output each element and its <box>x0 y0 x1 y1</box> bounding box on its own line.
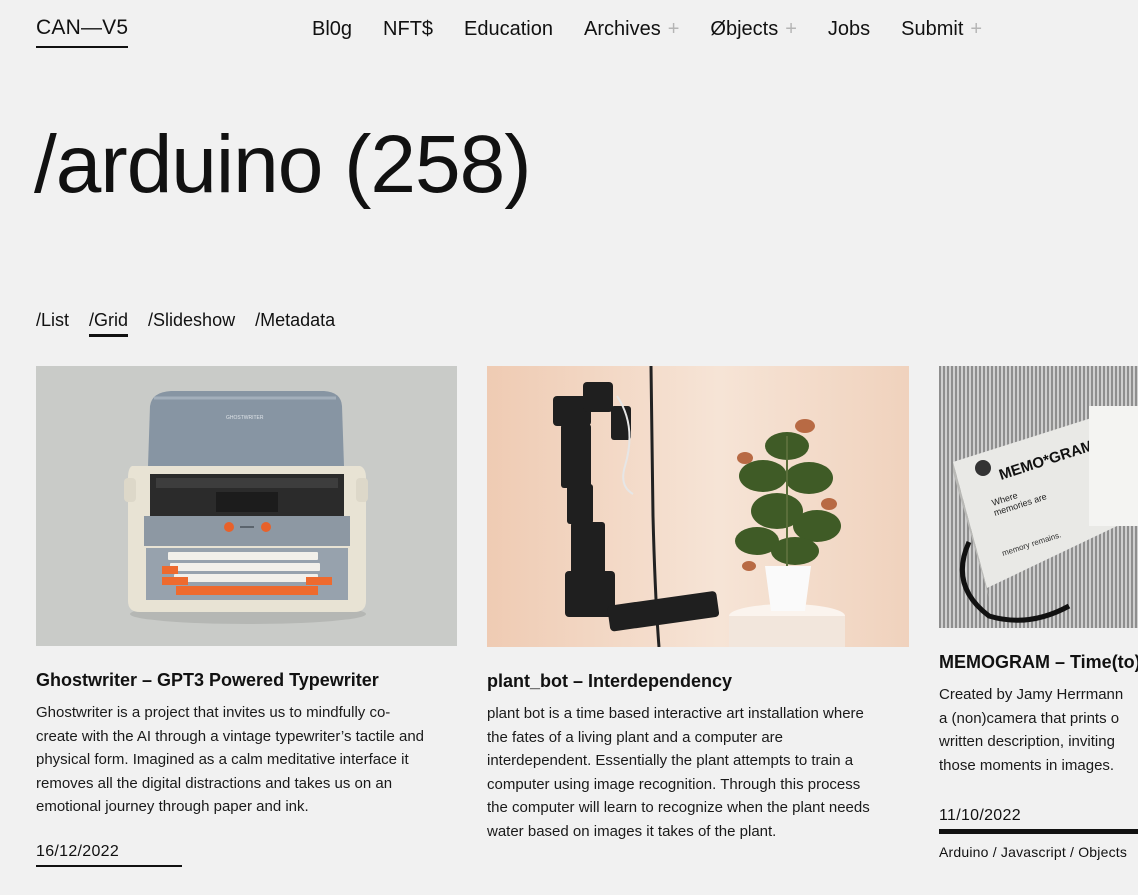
post-description: Created by Jamy Herrmann a (non)camera t… <box>939 683 1138 777</box>
nav-label: Education <box>464 18 553 40</box>
post-card: plant_bot – Interdependency plant bot is… <box>487 366 909 843</box>
plus-icon[interactable]: + <box>785 18 797 41</box>
description-line: written description, inviting <box>939 733 1115 750</box>
plus-icon[interactable]: + <box>668 18 680 41</box>
description-line: those moments in images. <box>939 756 1115 774</box>
nav-item-blog[interactable]: Bl0g <box>312 18 352 41</box>
nav-label: Archives <box>584 18 661 40</box>
view-switcher: /List /Grid /Slideshow /Metadata <box>36 310 355 337</box>
nav-item-nft[interactable]: NFT$ <box>383 18 433 41</box>
view-tab-slideshow[interactable]: /Slideshow <box>148 310 235 337</box>
post-tags[interactable]: Arduino / Javascript / Objects <box>939 844 1138 860</box>
view-tab-metadata[interactable]: /Metadata <box>255 310 335 337</box>
nav-label: Jobs <box>827 18 871 40</box>
post-description: plant bot is a time based interactive ar… <box>487 705 870 840</box>
post-thumbnail-typewriter[interactable]: GHOSTWRITER <box>36 366 457 646</box>
nav-label: NFT$ <box>383 18 434 40</box>
description-line: a (non)camera that prints o <box>939 709 1120 727</box>
post-thumbnail-memogram[interactable]: MEMO*GRAM Where memories are memory rema… <box>939 366 1138 628</box>
nav-item-education[interactable]: Education <box>464 18 553 41</box>
plus-icon[interactable]: + <box>970 18 982 41</box>
post-date: 16/12/2022 <box>36 843 182 867</box>
nav-label: Submit <box>901 18 964 40</box>
site-logo[interactable]: CAN—V5 <box>36 16 129 48</box>
nav-item-objects[interactable]: Øbjects + <box>710 18 797 41</box>
view-tab-list[interactable]: /List <box>36 310 69 337</box>
memogram-image: MEMO*GRAM Where memories are memory rema… <box>939 366 1138 628</box>
post-title[interactable]: Ghostwriter – GPT3 Powered Typewriter <box>36 670 457 691</box>
post-card: MEMO*GRAM Where memories are memory rema… <box>939 366 1138 860</box>
typewriter-image: GHOSTWRITER <box>36 366 457 646</box>
page-title: /arduino (258) <box>34 119 532 210</box>
post-thumbnail-plant-bot[interactable] <box>487 366 909 647</box>
nav-label: Øbjects <box>710 18 779 40</box>
post-title[interactable]: plant_bot – Interdependency <box>487 671 909 692</box>
view-tab-grid[interactable]: /Grid <box>89 310 129 337</box>
nav-item-archives[interactable]: Archives + <box>584 18 679 41</box>
nav-item-submit[interactable]: Submit + <box>901 18 982 41</box>
main-nav: Bl0g NFT$ Education Archives + Øbjects + J… <box>312 18 1013 41</box>
nav-label: Bl0g <box>312 18 353 40</box>
nav-item-jobs[interactable]: Jobs <box>828 18 870 41</box>
description-line: Created by Jamy Herrmann <box>939 686 1124 703</box>
page: CAN—V5 Bl0g NFT$ Education Archives + Øbj… <box>0 0 1138 895</box>
typewriter-brand: GHOSTWRITER <box>226 415 264 421</box>
plant-bot-image <box>487 366 909 647</box>
post-card: GHOSTWRITER Ghostwriter – GPT3 Powered T… <box>36 366 457 867</box>
post-date: 11/10/2022 <box>939 807 1138 834</box>
post-title[interactable]: MEMOGRAM – Time(to) <box>939 652 1138 673</box>
post-description: Ghostwriter is a project that invites us… <box>36 704 425 815</box>
